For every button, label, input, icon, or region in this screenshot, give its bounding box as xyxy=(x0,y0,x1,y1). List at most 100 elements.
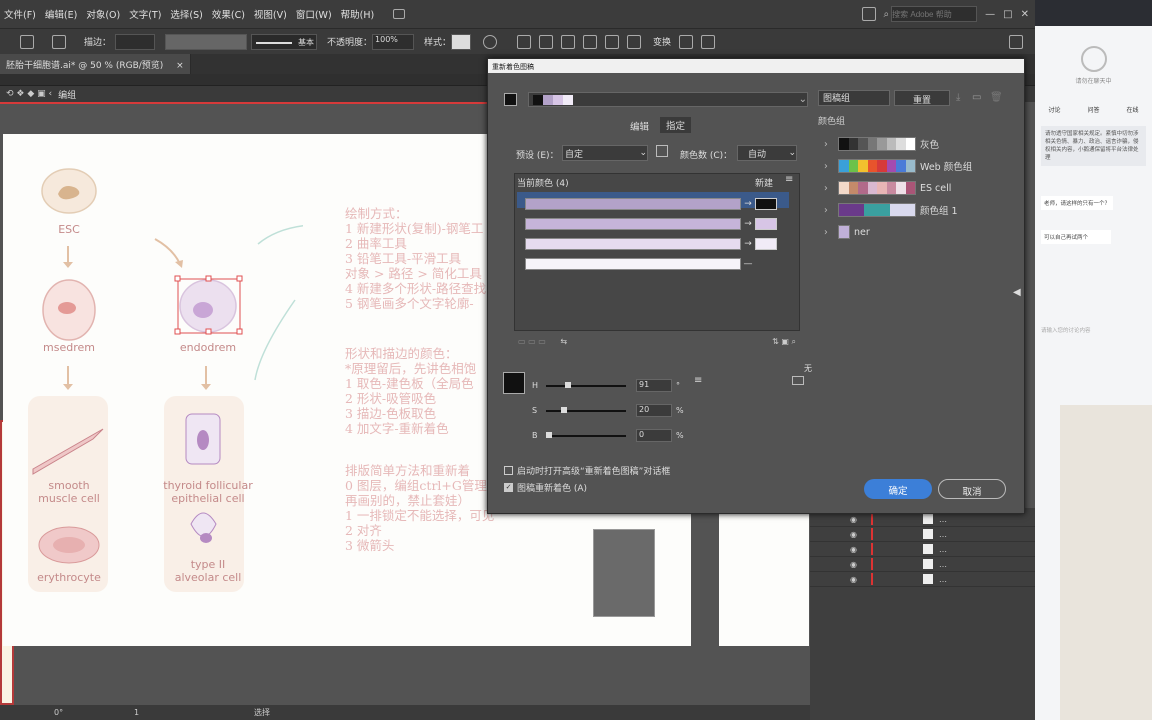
style-field[interactable] xyxy=(451,33,472,50)
color-group-row[interactable]: › ner xyxy=(818,221,1018,243)
preset-select[interactable]: 自定 ⌄ xyxy=(562,145,648,161)
color-group-strip[interactable] xyxy=(838,181,916,195)
align-middle-icon[interactable] xyxy=(605,34,620,49)
slider-thumb[interactable] xyxy=(564,381,571,388)
eye-icon[interactable]: ◉ xyxy=(850,560,857,569)
slider-thumb[interactable] xyxy=(560,406,567,413)
recolor-checkbox-row[interactable]: ✓ 图稿重新着色 (A) xyxy=(504,481,587,494)
current-color-bar[interactable] xyxy=(525,238,741,250)
align-top-icon[interactable] xyxy=(583,34,598,49)
slider-thumb[interactable] xyxy=(546,431,552,438)
chevron-right-icon[interactable]: › xyxy=(824,183,838,194)
workspace-icon[interactable] xyxy=(393,9,406,19)
doc-tab-close-icon[interactable]: × xyxy=(176,61,184,71)
menu-help[interactable]: 帮助(H) xyxy=(341,7,375,21)
color-group-row[interactable]: › 灰色 xyxy=(818,133,1018,155)
current-color-bar[interactable] xyxy=(525,198,741,210)
breadcrumb-group[interactable]: 编组 xyxy=(58,88,76,101)
color-group-row[interactable]: › Web 颜色组 xyxy=(818,155,1018,177)
color-map-row[interactable]: → xyxy=(525,234,795,254)
reset-button[interactable]: 重置 xyxy=(894,90,950,106)
isolate-icon[interactable] xyxy=(679,34,694,49)
artboard-number[interactable]: 1 xyxy=(134,708,164,717)
color-map-row[interactable]: — xyxy=(525,254,795,274)
save-group-icon[interactable]: ⤓ xyxy=(956,92,960,103)
maximize-icon[interactable]: □ xyxy=(1003,9,1012,20)
opacity-field[interactable]: 100% xyxy=(372,33,415,50)
arrange-icon[interactable] xyxy=(861,7,876,21)
slider-value[interactable]: 20 xyxy=(636,404,672,417)
panel-menu-icon[interactable] xyxy=(1009,34,1023,49)
slider-track[interactable] xyxy=(546,431,626,438)
color-mode-icon[interactable] xyxy=(792,376,804,385)
menu-icon[interactable]: ≡ xyxy=(694,375,702,386)
color-group-strip[interactable] xyxy=(838,225,850,239)
menu-file[interactable]: 文件(F) xyxy=(4,7,36,21)
tab-online[interactable]: 在线 xyxy=(1126,105,1138,114)
tab-edit[interactable]: 编辑 xyxy=(630,119,649,133)
collapse-arrow-icon[interactable]: ◀ xyxy=(1013,287,1021,298)
align-left-icon[interactable] xyxy=(517,34,532,49)
recolor-checkbox[interactable]: ✓ xyxy=(504,483,513,492)
hsb-slider-h[interactable]: H 91 ° xyxy=(532,373,692,398)
variable-width-field[interactable] xyxy=(165,33,248,50)
eye-icon[interactable]: ◉ xyxy=(850,515,857,524)
grid-icon[interactable] xyxy=(701,34,716,49)
layer-row[interactable]: ◉… xyxy=(810,542,1035,557)
map-arrow-icon[interactable]: — xyxy=(741,259,755,269)
layer-row[interactable]: ◉… xyxy=(810,512,1035,527)
new-color-swatch[interactable] xyxy=(755,218,777,230)
menu-effect[interactable]: 效果(C) xyxy=(212,7,245,21)
menu-window[interactable]: 窗口(W) xyxy=(296,7,332,21)
slider-track[interactable] xyxy=(546,381,626,388)
map-arrow-icon[interactable]: → xyxy=(741,219,755,229)
menu-text[interactable]: 文字(T) xyxy=(129,7,161,21)
transform-link[interactable]: 变换 xyxy=(653,35,671,48)
harmony-black-swatch[interactable] xyxy=(504,93,517,106)
layer-row[interactable]: ◉… xyxy=(810,527,1035,542)
harmony-strip[interactable]: ⌄ xyxy=(528,92,808,107)
chevron-right-icon[interactable]: › xyxy=(824,227,838,238)
new-color-swatch[interactable] xyxy=(755,238,777,250)
current-color-bar[interactable] xyxy=(525,218,741,230)
randomize-icons[interactable]: ⇅ ▣ ⌕ xyxy=(772,337,796,347)
color-map-row[interactable]: → xyxy=(525,194,795,214)
preset-options-icon[interactable] xyxy=(656,145,668,157)
tab-assign[interactable]: 指定 xyxy=(660,117,692,133)
eye-icon[interactable]: ◉ xyxy=(850,575,857,584)
fill-icon[interactable] xyxy=(20,34,34,49)
hsb-slider-s[interactable]: S 20% xyxy=(532,398,692,423)
new-color-swatch[interactable] xyxy=(755,198,777,210)
close-icon[interactable]: ✕ xyxy=(1021,9,1029,20)
folder-icon[interactable]: ▭ xyxy=(972,92,981,103)
map-arrow-icon[interactable]: → xyxy=(741,239,755,249)
chevron-down-icon[interactable]: ⌄ xyxy=(799,94,807,105)
colors-select[interactable]: 自动 ⌄ xyxy=(737,145,797,161)
map-arrow-icon[interactable]: → xyxy=(741,199,755,209)
stroke-weight-field[interactable] xyxy=(115,33,156,50)
rotate-field[interactable]: 0° xyxy=(54,708,94,717)
minimize-icon[interactable]: — xyxy=(985,9,995,20)
back-arrow-icon[interactable]: ⟲ ❖ ◆ ▣ ‹ xyxy=(6,89,52,99)
advanced-checkbox-row[interactable]: 启动时打开高级“重新着色图稿”对话框 xyxy=(504,464,670,477)
cancel-button[interactable]: 取消 xyxy=(938,479,1006,499)
doc-tab[interactable]: 胚胎干细胞谱.ai* @ 50 % (RGB/预览) × xyxy=(0,54,191,74)
menu-select[interactable]: 选择(S) xyxy=(170,7,202,21)
advanced-checkbox[interactable] xyxy=(504,466,513,475)
layer-row[interactable]: ◉… xyxy=(810,572,1035,587)
slider-track[interactable] xyxy=(546,406,626,413)
new-row-icon[interactable]: ⇆ xyxy=(560,337,567,346)
color-group-strip[interactable] xyxy=(838,203,916,217)
align-bottom-icon[interactable] xyxy=(627,34,642,49)
color-group-row[interactable]: › ES cell xyxy=(818,177,1018,199)
chevron-right-icon[interactable]: › xyxy=(824,139,838,150)
color-group-strip[interactable] xyxy=(838,159,916,173)
search-input[interactable] xyxy=(891,6,978,22)
active-color-swatch[interactable] xyxy=(503,372,525,394)
menu-object[interactable]: 对象(O) xyxy=(86,7,120,21)
color-group-row[interactable]: › 颜色组 1 xyxy=(818,199,1018,221)
align-center-icon[interactable] xyxy=(539,34,554,49)
current-color-bar[interactable] xyxy=(525,258,741,270)
color-group-strip[interactable] xyxy=(838,137,916,151)
menu-edit[interactable]: 编辑(E) xyxy=(45,7,77,21)
